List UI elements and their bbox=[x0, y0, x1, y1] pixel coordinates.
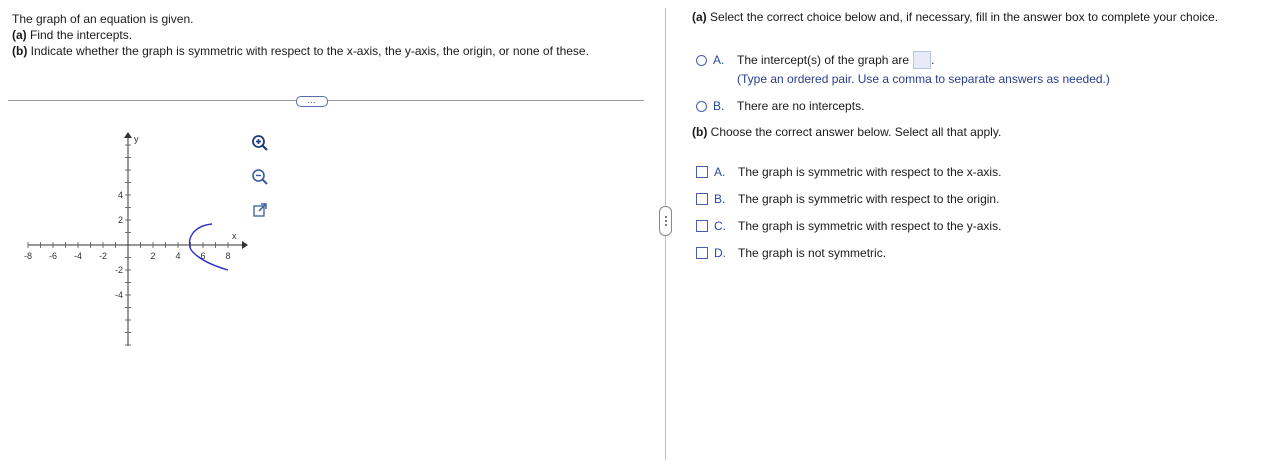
part-b-choice-a[interactable]: A. The graph is symmetric with respect t… bbox=[692, 165, 1001, 179]
y-tick-label: 4 bbox=[118, 190, 123, 200]
x-tick-label: 2 bbox=[150, 251, 155, 261]
question-panel: The graph of an equation is given. (a) F… bbox=[0, 0, 650, 469]
part-b-heading: (b) Choose the correct answer below. Sel… bbox=[692, 125, 1002, 139]
radio-button[interactable] bbox=[696, 100, 707, 112]
part-a-choice-b[interactable]: B. There are no intercepts. bbox=[692, 99, 864, 113]
popout-button[interactable] bbox=[251, 201, 269, 219]
answer-hint: (Type an ordered pair. Use a comma to se… bbox=[737, 72, 1110, 86]
checkbox[interactable] bbox=[696, 220, 708, 232]
graph: -8 -6 -4 -2 2 4 6 842-2-4 x y bbox=[24, 132, 248, 346]
x-tick-label: -2 bbox=[99, 251, 107, 261]
x-axis-arrow bbox=[242, 241, 248, 249]
intercepts-answer-box[interactable] bbox=[913, 51, 932, 69]
part-b-choice-d[interactable]: D. The graph is not symmetric. bbox=[692, 246, 886, 260]
y-tick-label: 2 bbox=[118, 215, 123, 225]
question-text: The graph of an equation is given. (a) F… bbox=[12, 11, 622, 59]
vertical-dots-icon bbox=[664, 216, 667, 226]
x-tick-label: -6 bbox=[49, 251, 57, 261]
part-b-choice-b[interactable]: B. The graph is symmetric with respect t… bbox=[692, 192, 999, 206]
question-part-b: (b) Indicate whether the graph is symmet… bbox=[12, 44, 589, 58]
graph-curve bbox=[188, 223, 229, 271]
expand-button[interactable]: … bbox=[296, 96, 328, 107]
panel-resize-handle[interactable] bbox=[659, 206, 672, 236]
zoom-out-button[interactable] bbox=[251, 168, 269, 186]
part-a-heading: (a) Select the correct choice below and,… bbox=[692, 10, 1219, 24]
checkbox[interactable] bbox=[696, 193, 708, 205]
part-a-choice-a[interactable]: A. The intercept(s) of the graph are . bbox=[692, 51, 934, 69]
zoom-out-icon bbox=[252, 169, 268, 185]
y-tick-label: -2 bbox=[115, 265, 123, 275]
y-tick-label: -4 bbox=[115, 290, 123, 300]
part-b-choice-c[interactable]: C. The graph is symmetric with respect t… bbox=[692, 219, 1001, 233]
x-tick-label: -8 bbox=[24, 251, 32, 261]
y-axis-arrow bbox=[124, 132, 132, 138]
zoom-in-icon bbox=[252, 135, 268, 151]
x-tick-label: 4 bbox=[175, 251, 180, 261]
radio-button[interactable] bbox=[696, 54, 707, 66]
answer-panel: (a) Select the correct choice below and,… bbox=[692, 0, 1270, 469]
external-link-icon bbox=[253, 203, 267, 217]
checkbox[interactable] bbox=[696, 247, 708, 259]
y-axis-label: y bbox=[134, 134, 139, 144]
x-tick-label: 8 bbox=[225, 251, 230, 261]
zoom-in-button[interactable] bbox=[251, 134, 269, 152]
checkbox[interactable] bbox=[696, 166, 708, 178]
x-axis-label: x bbox=[232, 231, 237, 241]
question-part-a: (a) Find the intercepts. bbox=[12, 28, 133, 42]
x-tick-label: -4 bbox=[74, 251, 82, 261]
question-intro: The graph of an equation is given. bbox=[12, 12, 194, 26]
